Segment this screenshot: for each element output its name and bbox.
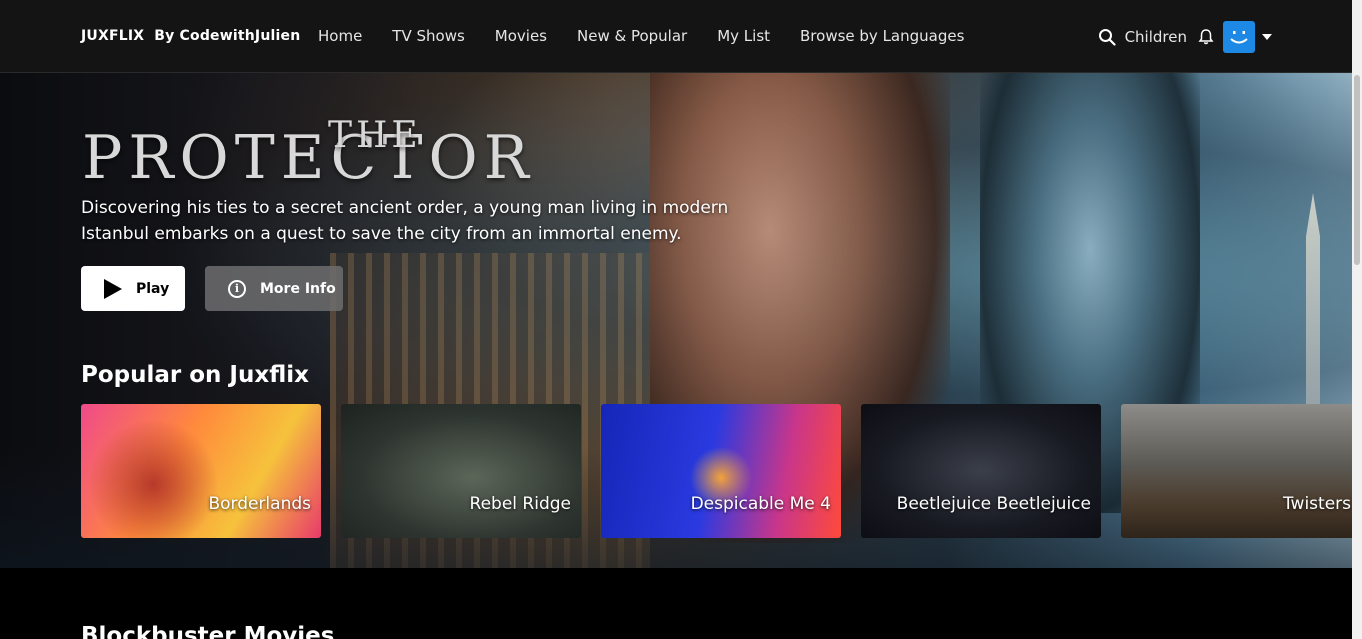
caret-down-icon[interactable] — [1262, 34, 1272, 40]
title-card-label: Despicable Me 4 — [690, 494, 831, 514]
title-card[interactable]: Despicable Me 4 — [601, 404, 841, 538]
play-button[interactable]: Play — [81, 266, 185, 311]
nav-home[interactable]: Home — [318, 27, 362, 45]
more-info-label: More Info — [260, 280, 336, 297]
bell-icon[interactable] — [1197, 28, 1215, 46]
nav-browse-languages[interactable]: Browse by Languages — [800, 27, 964, 45]
avatar[interactable] — [1223, 21, 1255, 53]
scrollbar-thumb[interactable] — [1354, 75, 1360, 265]
hero-minaret — [1306, 193, 1320, 433]
info-icon: i — [228, 279, 246, 298]
hero-title-small: THE — [328, 115, 422, 156]
brand[interactable]: JUXFLIX By CodewithJulien — [81, 28, 300, 44]
title-card-label: Borderlands — [208, 494, 311, 514]
title-card[interactable]: Rebel Ridge — [341, 404, 581, 538]
page-scrollbar[interactable] — [1352, 0, 1362, 639]
row-title-popular: Popular on Juxflix — [81, 362, 309, 388]
title-card-label: Beetlejuice Beetlejuice — [896, 494, 1091, 514]
hero-description: Discovering his ties to a secret ancient… — [81, 198, 729, 244]
row-title-blockbuster: Blockbuster Movies — [81, 623, 335, 639]
title-card-label: Twisters — [1282, 494, 1351, 514]
hero-title-main: PROTECTOR — [82, 123, 535, 193]
nav-my-list[interactable]: My List — [717, 27, 770, 45]
search-icon[interactable] — [1098, 28, 1116, 46]
brand-byline: By CodewithJulien — [154, 28, 301, 44]
nav-new-popular[interactable]: New & Popular — [577, 27, 687, 45]
play-icon — [104, 278, 122, 299]
nav-right-controls: Children — [1098, 21, 1272, 53]
hero-title: THE PROTECTOR — [82, 115, 535, 193]
nav-links: Home TV Shows Movies New & Popular My Li… — [318, 27, 964, 45]
more-info-button[interactable]: i More Info — [205, 266, 343, 311]
title-card[interactable]: Beetlejuice Beetlejuice — [861, 404, 1101, 538]
nav-tv-shows[interactable]: TV Shows — [392, 27, 464, 45]
hero-banner: THE PROTECTOR Discovering his ties to a … — [0, 73, 1352, 568]
nav-movies[interactable]: Movies — [495, 27, 547, 45]
title-card[interactable]: Twisters — [1121, 404, 1352, 538]
popular-row: Borderlands Rebel Ridge Despicable Me 4 … — [81, 404, 1352, 538]
brand-logo[interactable]: JUXFLIX — [81, 28, 144, 44]
profile-name[interactable]: Children — [1125, 28, 1187, 46]
title-card-label: Rebel Ridge — [469, 494, 571, 514]
top-navbar: JUXFLIX By CodewithJulien Home TV Shows … — [0, 0, 1362, 73]
title-card[interactable]: Borderlands — [81, 404, 321, 538]
play-label: Play — [136, 280, 170, 297]
smiley-avatar-icon — [1230, 31, 1248, 44]
